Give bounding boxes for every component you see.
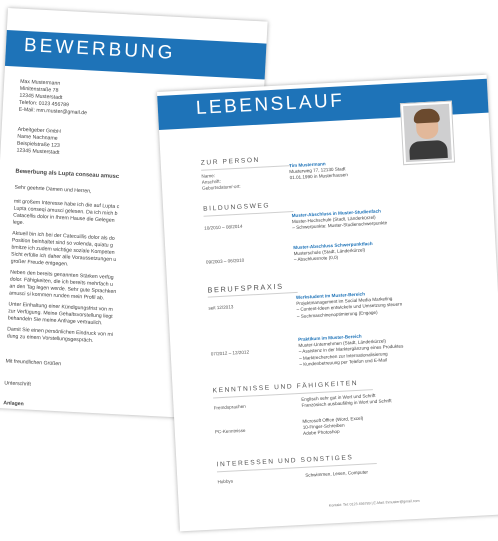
skills-values: Microsoft Office (Word, Excel) 10-Finger… (302, 416, 364, 438)
letter-closing: Mit freundlichen Grüßen (5, 358, 62, 368)
skills-label: Fremdsprachen (213, 403, 246, 411)
person-values: Tim Mustermann Musterweg 77, 12130 Stadt… (289, 160, 348, 182)
experience-entry: Werkstudent im Muster-Bereich Projektman… (296, 289, 403, 319)
photo-shirt (408, 139, 448, 160)
cover-letter-title: BEWERBUNG (23, 34, 176, 64)
recipient-block: Arbeitgeber GmbH Name Nachname Beispiels… (16, 127, 61, 157)
skills-values: Englisch sehr gut in Wort und Schrift Fr… (301, 392, 392, 409)
skills-label: PC-Kenntnisse (214, 427, 246, 435)
education-date: 10/2010 – 08/2014 (204, 223, 243, 231)
section-education-heading: BILDUNGSWEG (203, 202, 271, 213)
education-date: 09/2003 – 06/2010 (205, 257, 245, 265)
education-entry: Muster-Abschluss Schwerpunktfach Musters… (293, 241, 373, 264)
letter-body: mit großem Interesse habe ich die auf Lu… (7, 199, 142, 348)
profile-photo (399, 100, 456, 166)
recipient-line: 12345 Musterstadt (16, 147, 60, 156)
experience-entry: Praktikum im Muster-Bereich Muster-Unter… (298, 331, 404, 367)
letter-attachments: Anlagen (3, 400, 24, 408)
letter-salutation: Sehr geehrte Damen und Herren, (14, 184, 92, 195)
photo-background (403, 103, 452, 163)
section-skills-heading: KENNTNISSE UND FÄHIGKEITEN (212, 379, 359, 395)
cover-letter-header-band: BEWERBUNG (4, 29, 267, 80)
education-detail-text: Abschlussnote (0,0) (297, 255, 339, 263)
letter-subject: Bewerbung als Lupta conseau amusc (15, 168, 120, 181)
photo-hair (413, 108, 440, 124)
interests-label: Hobbys (217, 478, 234, 485)
section-person-heading: ZUR PERSON (200, 156, 261, 167)
experience-date: 07/2012 – 12/2012 (210, 349, 250, 357)
sender-block: Max Mustermann Minitenstraße 78 12345 Mu… (18, 79, 88, 118)
person-labels: Name: Anschrift: Geburtsdatum/-ort: (201, 172, 240, 192)
label-birth: Geburtsdatum/-ort: (201, 183, 241, 191)
cv-title: LEBENSLAUF (195, 90, 345, 119)
cv-page: LEBENSLAUF ZUR PERSON Name: Anschrift: G… (157, 74, 498, 532)
experience-date: seit 12/2013 (208, 304, 234, 311)
cv-footer: Kontakt: Tel: 0123 456789 | E-Mail: thmu… (328, 498, 420, 508)
interests-value: Schwimmen, Lesen, Computer (305, 469, 369, 478)
letter-signature: Unterschrift (4, 380, 32, 388)
education-entry: Muster-Abschluss in Muster-Studienfach M… (292, 208, 388, 232)
